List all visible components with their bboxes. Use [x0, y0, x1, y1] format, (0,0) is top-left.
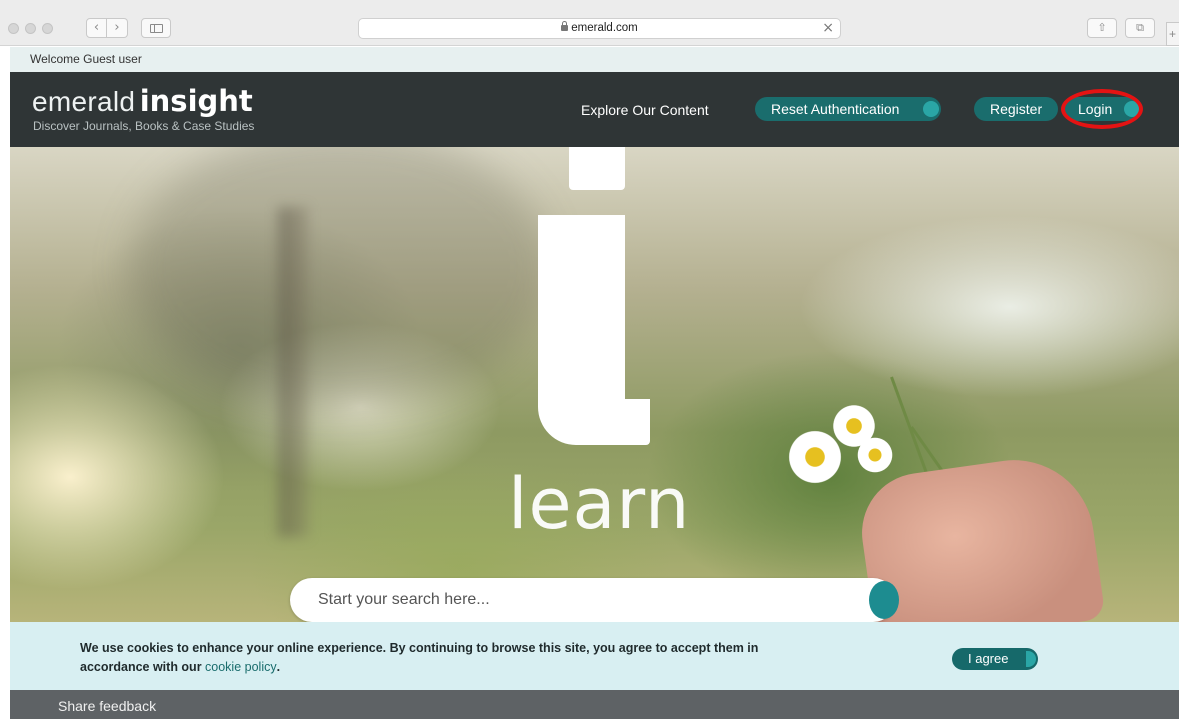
- lock-icon: [561, 21, 569, 31]
- register-button[interactable]: Register: [974, 97, 1058, 121]
- explore-content-link[interactable]: Explore Our Content: [581, 102, 709, 118]
- site-tagline: Discover Journals, Books & Case Studies: [33, 119, 255, 133]
- toggle-knob-icon: [1026, 651, 1036, 667]
- search-box: [290, 578, 899, 622]
- search-input[interactable]: [318, 589, 818, 611]
- share-feedback-button[interactable]: Share feedback: [10, 690, 1179, 719]
- toggle-knob-icon: [923, 101, 939, 117]
- background-tree-trunk: [278, 207, 308, 537]
- cookie-agree-label: I agree: [968, 651, 1009, 666]
- register-label: Register: [990, 101, 1043, 117]
- toggle-knob-icon: [1124, 101, 1140, 117]
- window-controls: [8, 23, 53, 34]
- forward-button[interactable]: ›: [107, 18, 128, 38]
- background-foliage: [130, 147, 550, 407]
- new-tab-button[interactable]: +: [1166, 22, 1179, 46]
- share-button[interactable]: ⇧: [1087, 18, 1117, 38]
- cookie-message: We use cookies to enhance your online ex…: [80, 639, 820, 677]
- welcome-message: Welcome Guest user: [10, 47, 1179, 72]
- address-bar[interactable]: emerald.com ×: [358, 18, 841, 39]
- cookie-banner: We use cookies to enhance your online ex…: [10, 622, 1179, 690]
- reset-authentication-label: Reset Authentication: [771, 101, 900, 117]
- hero-banner: learn: [10, 147, 1179, 622]
- logo-word-emerald: emerald: [32, 86, 136, 117]
- sidebar-toggle-button[interactable]: [141, 18, 171, 38]
- history-nav: ‹ ›: [86, 18, 128, 38]
- big-i-tail: [595, 399, 650, 445]
- stop-loading-button[interactable]: ×: [822, 19, 834, 38]
- login-label: Login: [1078, 101, 1113, 117]
- cookie-policy-link[interactable]: cookie policy: [205, 660, 277, 674]
- browser-chrome: ‹ › emerald.com × ⇧ ⧉ +: [0, 0, 1179, 46]
- site-logo[interactable]: emerald insight: [32, 84, 253, 118]
- address-url: emerald.com: [571, 22, 638, 34]
- login-button[interactable]: Login: [1062, 97, 1142, 121]
- show-tabs-button[interactable]: ⧉: [1125, 18, 1155, 38]
- search-submit-button[interactable]: [869, 581, 899, 619]
- daisy-flower: [855, 435, 895, 475]
- back-button[interactable]: ‹: [86, 18, 107, 38]
- cookie-message-end: .: [276, 660, 281, 674]
- hero-word: learn: [508, 463, 691, 545]
- site-header: emerald insight Discover Journals, Books…: [10, 72, 1179, 147]
- sidebar-icon: [150, 24, 163, 33]
- cookie-message-text: We use cookies to enhance your online ex…: [80, 641, 759, 674]
- maximize-window-icon[interactable]: [42, 23, 53, 34]
- reset-authentication-button[interactable]: Reset Authentication: [755, 97, 941, 121]
- close-window-icon[interactable]: [8, 23, 19, 34]
- minimize-window-icon[interactable]: [25, 23, 36, 34]
- big-i-dot: [569, 147, 625, 190]
- cookie-agree-button[interactable]: I agree: [952, 648, 1038, 670]
- logo-word-insight: insight: [139, 84, 253, 118]
